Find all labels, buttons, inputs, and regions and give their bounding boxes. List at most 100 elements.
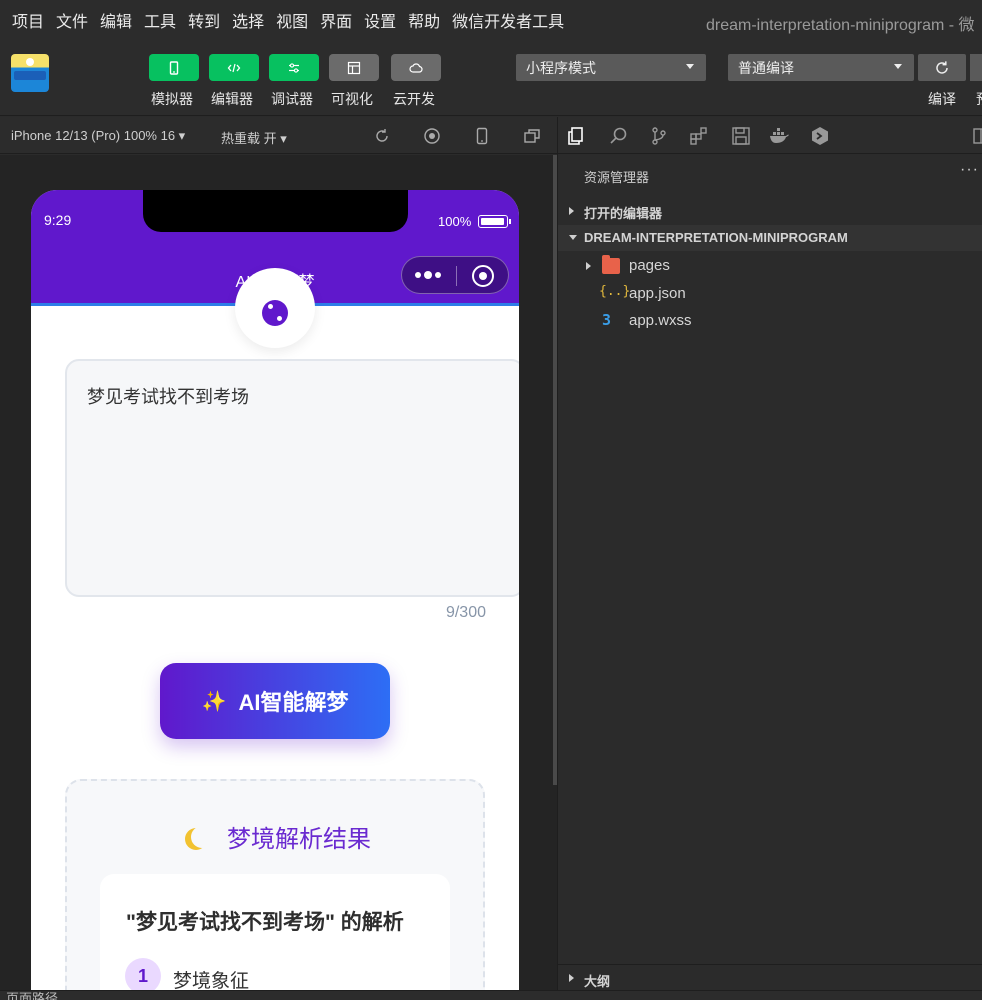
tree-item-app-json[interactable]: {..} app.json bbox=[558, 281, 982, 307]
rotate-icon[interactable] bbox=[372, 126, 392, 146]
editor-toggle-button[interactable] bbox=[209, 54, 259, 81]
battery-icon bbox=[478, 215, 508, 228]
detach-window-icon[interactable] bbox=[522, 126, 542, 146]
debug-icon bbox=[289, 62, 299, 73]
explorer-title: 资源管理器 bbox=[584, 170, 650, 185]
code-icon bbox=[227, 63, 241, 72]
char-count: 9/300 bbox=[445, 604, 486, 621]
cloud-dev-button[interactable] bbox=[391, 54, 441, 81]
moon-icon bbox=[191, 826, 213, 848]
editor-label: 编辑器 bbox=[211, 91, 253, 107]
mode-select-value: 小程序模式 bbox=[526, 59, 596, 76]
docker-icon[interactable] bbox=[768, 125, 790, 147]
logo-circle bbox=[235, 268, 315, 348]
menu-help[interactable]: 帮助 bbox=[408, 8, 440, 32]
tree-item-app-wxss[interactable]: 3 app.wxss bbox=[558, 308, 982, 334]
explorer-panel: 资源管理器 ··· 打开的编辑器 DREAM-INTERPRETATION-MI… bbox=[558, 155, 982, 1000]
tree-item-label: app.json bbox=[629, 285, 686, 302]
compile-select-value: 普通编译 bbox=[738, 59, 794, 76]
logo-dot-icon bbox=[26, 58, 34, 66]
search-icon[interactable] bbox=[608, 125, 630, 147]
menu-file[interactable]: 文件 bbox=[56, 8, 88, 32]
analysis-heading: "梦见考试找不到考场" 的解析 bbox=[126, 911, 404, 934]
project-section[interactable]: DREAM-INTERPRETATION-MINIPROGRAM bbox=[558, 225, 982, 251]
menu-settings[interactable]: 设置 bbox=[364, 8, 396, 32]
cloud-dev-label: 云开发 bbox=[393, 91, 435, 107]
simulator-label: 模拟器 bbox=[151, 91, 193, 107]
visual-label: 可视化 bbox=[331, 91, 373, 107]
more-icon[interactable] bbox=[415, 271, 441, 279]
dream-textarea[interactable]: 梦见考试找不到考场 bbox=[65, 359, 519, 597]
simulator-toggle-button[interactable] bbox=[149, 54, 199, 81]
open-editors-label: 打开的编辑器 bbox=[584, 206, 663, 221]
chevron-down-icon bbox=[569, 235, 577, 240]
chevron-down-icon bbox=[894, 64, 902, 69]
debugger-toggle-button[interactable] bbox=[269, 54, 319, 81]
activity-bar bbox=[558, 117, 982, 154]
menu-view[interactable]: 视图 bbox=[276, 8, 308, 32]
chevron-right-icon bbox=[569, 974, 574, 982]
project-label: DREAM-INTERPRETATION-MINIPROGRAM bbox=[584, 230, 848, 245]
plugin-icon[interactable] bbox=[809, 125, 831, 147]
ai-interpret-label: AI智能解梦 bbox=[238, 690, 349, 715]
tree-item-label: pages bbox=[629, 257, 670, 274]
capsule-divider bbox=[456, 266, 457, 286]
toolbar: 模拟器 编辑器 调试器 可视化 云开发 小程序模式 普通编译 编译 预 bbox=[0, 40, 982, 116]
outline-section[interactable]: 大纲 bbox=[558, 964, 982, 990]
result-title-row: 梦境解析结果 bbox=[67, 819, 487, 854]
compile-select[interactable]: 普通编译 bbox=[728, 54, 914, 81]
preview-button[interactable] bbox=[970, 54, 982, 81]
ai-interpret-button[interactable]: ✨ AI智能解梦 bbox=[160, 663, 390, 739]
folder-icon bbox=[602, 255, 620, 274]
source-control-icon[interactable] bbox=[648, 125, 670, 147]
outline-label: 大纲 bbox=[584, 974, 611, 989]
device-select[interactable]: iPhone 12/13 (Pro) 100% 16 ▾ bbox=[11, 128, 185, 144]
extensions-icon[interactable] bbox=[688, 125, 710, 147]
status-time: 9:29 bbox=[44, 212, 72, 228]
phone-screen: 9:29 100% AI周公解梦 梦见考试找不到考场 9/300 ✨ AI智能解… bbox=[31, 190, 519, 990]
dream-text-value: 梦见考试找不到考场 bbox=[87, 387, 249, 407]
analysis-card: "梦见考试找不到考场" 的解析 1 梦境象征 bbox=[100, 874, 450, 990]
close-miniprogram-icon[interactable] bbox=[472, 265, 494, 287]
menu-tools[interactable]: 工具 bbox=[144, 8, 176, 32]
status-battery-percent: 100% bbox=[438, 214, 472, 229]
logo-band-icon bbox=[14, 71, 46, 80]
css-file-icon: 3 bbox=[602, 311, 612, 329]
phone-icon[interactable] bbox=[472, 126, 492, 146]
compile-button[interactable] bbox=[918, 54, 966, 81]
layout-icon bbox=[347, 61, 361, 74]
visual-toggle-button[interactable] bbox=[329, 54, 379, 81]
chevron-right-icon bbox=[569, 207, 574, 215]
menu-wechat-devtools[interactable]: 微信开发者工具 bbox=[452, 8, 564, 32]
compile-label: 编译 bbox=[928, 91, 956, 107]
debugger-label: 调试器 bbox=[271, 91, 313, 107]
preview-label: 预 bbox=[976, 89, 982, 109]
menu-project[interactable]: 项目 bbox=[12, 8, 44, 32]
open-editors-section[interactable]: 打开的编辑器 bbox=[558, 198, 982, 224]
refresh-icon bbox=[936, 60, 948, 74]
window-title: dream-interpretation-miniprogram - 微 bbox=[706, 17, 975, 34]
result-card: 梦境解析结果 "梦见考试找不到考场" 的解析 1 梦境象征 bbox=[65, 779, 485, 990]
save-icon[interactable] bbox=[730, 125, 752, 147]
status-bar: 页面路径 bbox=[0, 990, 982, 1000]
menu-interface[interactable]: 界面 bbox=[320, 8, 352, 32]
chevron-right-icon bbox=[586, 262, 591, 270]
simulator-header: iPhone 12/13 (Pro) 100% 16 ▾ 热重载 开 ▾ bbox=[0, 117, 557, 154]
menu-edit[interactable]: 编辑 bbox=[100, 8, 132, 32]
result-title: 梦境解析结果 bbox=[227, 826, 371, 853]
menu-select[interactable]: 选择 bbox=[232, 8, 264, 32]
record-icon[interactable] bbox=[422, 126, 442, 146]
split-editor-icon[interactable] bbox=[972, 125, 982, 147]
chevron-down-icon bbox=[686, 64, 694, 69]
explorer-icon[interactable] bbox=[566, 125, 588, 147]
miniprogram-capsule bbox=[401, 256, 509, 294]
tree-item-pages[interactable]: pages bbox=[558, 253, 982, 279]
hot-reload-select[interactable]: 热重载 开 ▾ bbox=[221, 128, 287, 147]
mode-select[interactable]: 小程序模式 bbox=[516, 54, 706, 81]
app-logo[interactable] bbox=[11, 54, 49, 92]
json-file-icon: {..} bbox=[599, 284, 631, 299]
more-actions-icon[interactable]: ··· bbox=[960, 161, 979, 179]
page-path-label[interactable]: 页面路径 bbox=[6, 991, 58, 1000]
menu-goto[interactable]: 转到 bbox=[188, 8, 220, 32]
yin-yang-icon bbox=[262, 300, 288, 326]
